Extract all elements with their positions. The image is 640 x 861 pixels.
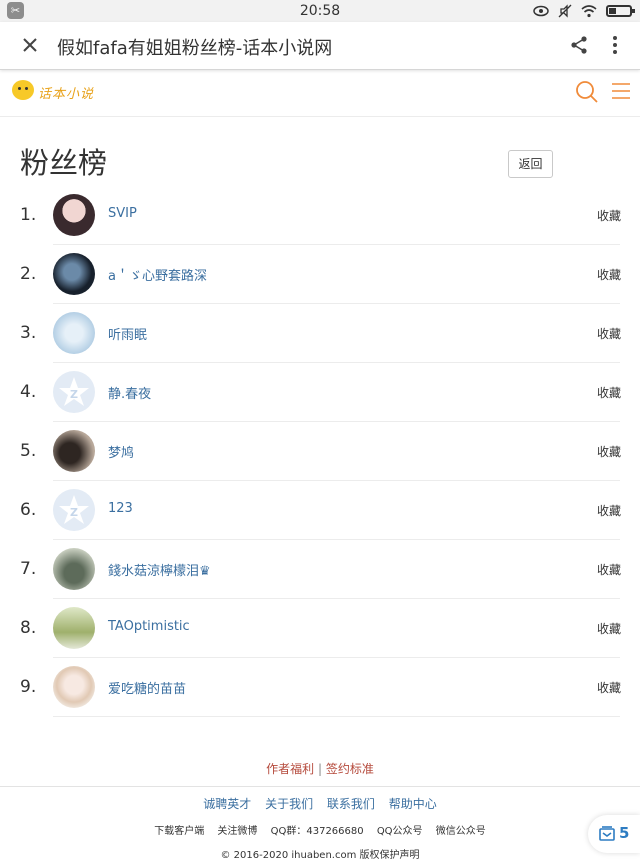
favorite-button[interactable]: 收藏 [597, 384, 621, 401]
author-welfare-link[interactable]: 作者福利 [266, 762, 314, 776]
rank-number: 8. [20, 618, 37, 638]
rank-number: 7. [20, 559, 37, 579]
menu-icon[interactable] [610, 80, 632, 102]
mute-icon [558, 4, 572, 18]
rank-number: 5. [20, 441, 37, 461]
logo-face-icon [12, 80, 34, 100]
download-client-link[interactable]: 下载客户端 [154, 826, 204, 837]
list-item: 2. a＇ゞ心野套路深 收藏 [0, 245, 640, 304]
avatar[interactable]: Z [53, 489, 95, 531]
avatar[interactable] [53, 548, 95, 590]
footer-divider [0, 786, 640, 787]
qq-group-text: QQ群：437266680 [270, 826, 364, 837]
rank-number: 4. [20, 382, 37, 402]
browser-toolbar: 假如fafa有姐姐粉丝榜-话本小说网 [0, 22, 640, 70]
default-avatar-icon: Z [59, 377, 89, 406]
favorite-button[interactable]: 收藏 [597, 266, 621, 283]
favorite-button[interactable]: 收藏 [597, 207, 621, 224]
avatar[interactable] [53, 430, 95, 472]
site-logo[interactable]: 话本小说 [12, 78, 106, 106]
fan-name-link[interactable]: 錢水菇涼檸檬泪♛ [108, 560, 211, 579]
favorite-button[interactable]: 收藏 [597, 620, 621, 637]
row-divider [53, 716, 620, 717]
fan-name-link[interactable]: 静.春夜 [108, 383, 151, 402]
fan-name-link[interactable]: 梦鸠 [108, 442, 134, 461]
footer-author-links: 作者福利 | 签约标准 [0, 760, 640, 777]
favorite-button[interactable]: 收藏 [597, 502, 621, 519]
favorite-button[interactable]: 收藏 [597, 325, 621, 342]
browser-page-title: 假如fafa有姐姐粉丝榜-话本小说网 [57, 38, 333, 59]
avatar[interactable] [53, 194, 95, 236]
list-item: 1. SVIP 收藏 [0, 186, 640, 245]
page-title: 粉丝榜 [20, 146, 108, 180]
favorite-button[interactable]: 收藏 [597, 561, 621, 578]
list-item: 3. 听雨眠 收藏 [0, 304, 640, 363]
fan-name-link[interactable]: a＇ゞ心野套路深 [108, 265, 207, 284]
eye-icon [533, 5, 549, 17]
rank-number: 6. [20, 500, 37, 520]
status-bar: ✂ 20:58 [0, 0, 640, 22]
avatar[interactable] [53, 607, 95, 649]
follow-weibo-link[interactable]: 关注微博 [217, 826, 257, 837]
share-icon[interactable] [568, 34, 590, 56]
close-icon[interactable] [18, 33, 42, 57]
avatar[interactable] [53, 312, 95, 354]
list-item: 8. TAOptimistic 收藏 [0, 599, 640, 658]
footer-link-contact[interactable]: 联系我们 [327, 797, 375, 811]
footer-link-careers[interactable]: 诚聘英才 [203, 797, 251, 811]
footer-link-about[interactable]: 关于我们 [265, 797, 313, 811]
footer-info-links: 下载客户端 关注微博 QQ群：437266680 QQ公众号 微信公众号 [0, 822, 640, 837]
rank-number: 3. [20, 323, 37, 343]
rank-number: 9. [20, 677, 37, 697]
logo-text: 话本小说 [38, 87, 95, 102]
battery-icon [606, 5, 635, 17]
list-item: 7. 錢水菇涼檸檬泪♛ 收藏 [0, 540, 640, 599]
site-header: 话本小说 [0, 70, 640, 117]
copyright-text: © 2016-2020 ihuaben.com 版权保护声明 [220, 850, 420, 861]
footer-separator: | [317, 762, 323, 776]
fan-name-link[interactable]: 爱吃糖的苗苗 [108, 678, 186, 697]
svg-text:Z: Z [70, 388, 78, 401]
avatar[interactable]: Z [53, 371, 95, 413]
floating-bookshelf-button[interactable]: 5 [588, 815, 640, 853]
bookshelf-icon [599, 826, 615, 841]
favorite-button[interactable]: 收藏 [597, 679, 621, 696]
avatar[interactable] [53, 253, 95, 295]
rank-number: 2. [20, 264, 37, 284]
favorite-button[interactable]: 收藏 [597, 443, 621, 460]
back-button[interactable]: 返回 [508, 150, 553, 178]
svg-text:Z: Z [70, 506, 78, 519]
fan-name-link[interactable]: TAOptimistic [108, 619, 190, 634]
fan-name-link[interactable]: 听雨眠 [108, 324, 147, 343]
more-options-icon[interactable] [604, 34, 626, 56]
qq-official-account-link[interactable]: QQ公众号 [377, 826, 423, 837]
fan-name-link[interactable]: 123 [108, 501, 133, 516]
fan-list: 1. SVIP 收藏 2. a＇ゞ心野套路深 收藏 3. 听雨眠 收藏 4. Z… [0, 186, 640, 717]
rank-number: 1. [20, 205, 37, 225]
avatar[interactable] [53, 666, 95, 708]
search-icon[interactable] [575, 80, 599, 104]
list-item: 5. 梦鸠 收藏 [0, 422, 640, 481]
bookshelf-count: 5 [619, 824, 630, 842]
default-avatar-icon: Z [59, 495, 89, 524]
list-item: 6. Z 123 收藏 [0, 481, 640, 540]
wechat-official-account-link[interactable]: 微信公众号 [436, 826, 486, 837]
footer-nav-links: 诚聘英才 关于我们 联系我们 帮助中心 [0, 795, 640, 812]
footer-link-help[interactable]: 帮助中心 [389, 797, 437, 811]
fan-name-link[interactable]: SVIP [108, 206, 137, 221]
list-item: 9. 爱吃糖的苗苗 收藏 [0, 658, 640, 717]
sign-standard-link[interactable]: 签约标准 [326, 762, 374, 776]
list-item: 4. Z 静.春夜 收藏 [0, 363, 640, 422]
status-icons [533, 3, 635, 19]
wifi-icon [581, 4, 597, 17]
